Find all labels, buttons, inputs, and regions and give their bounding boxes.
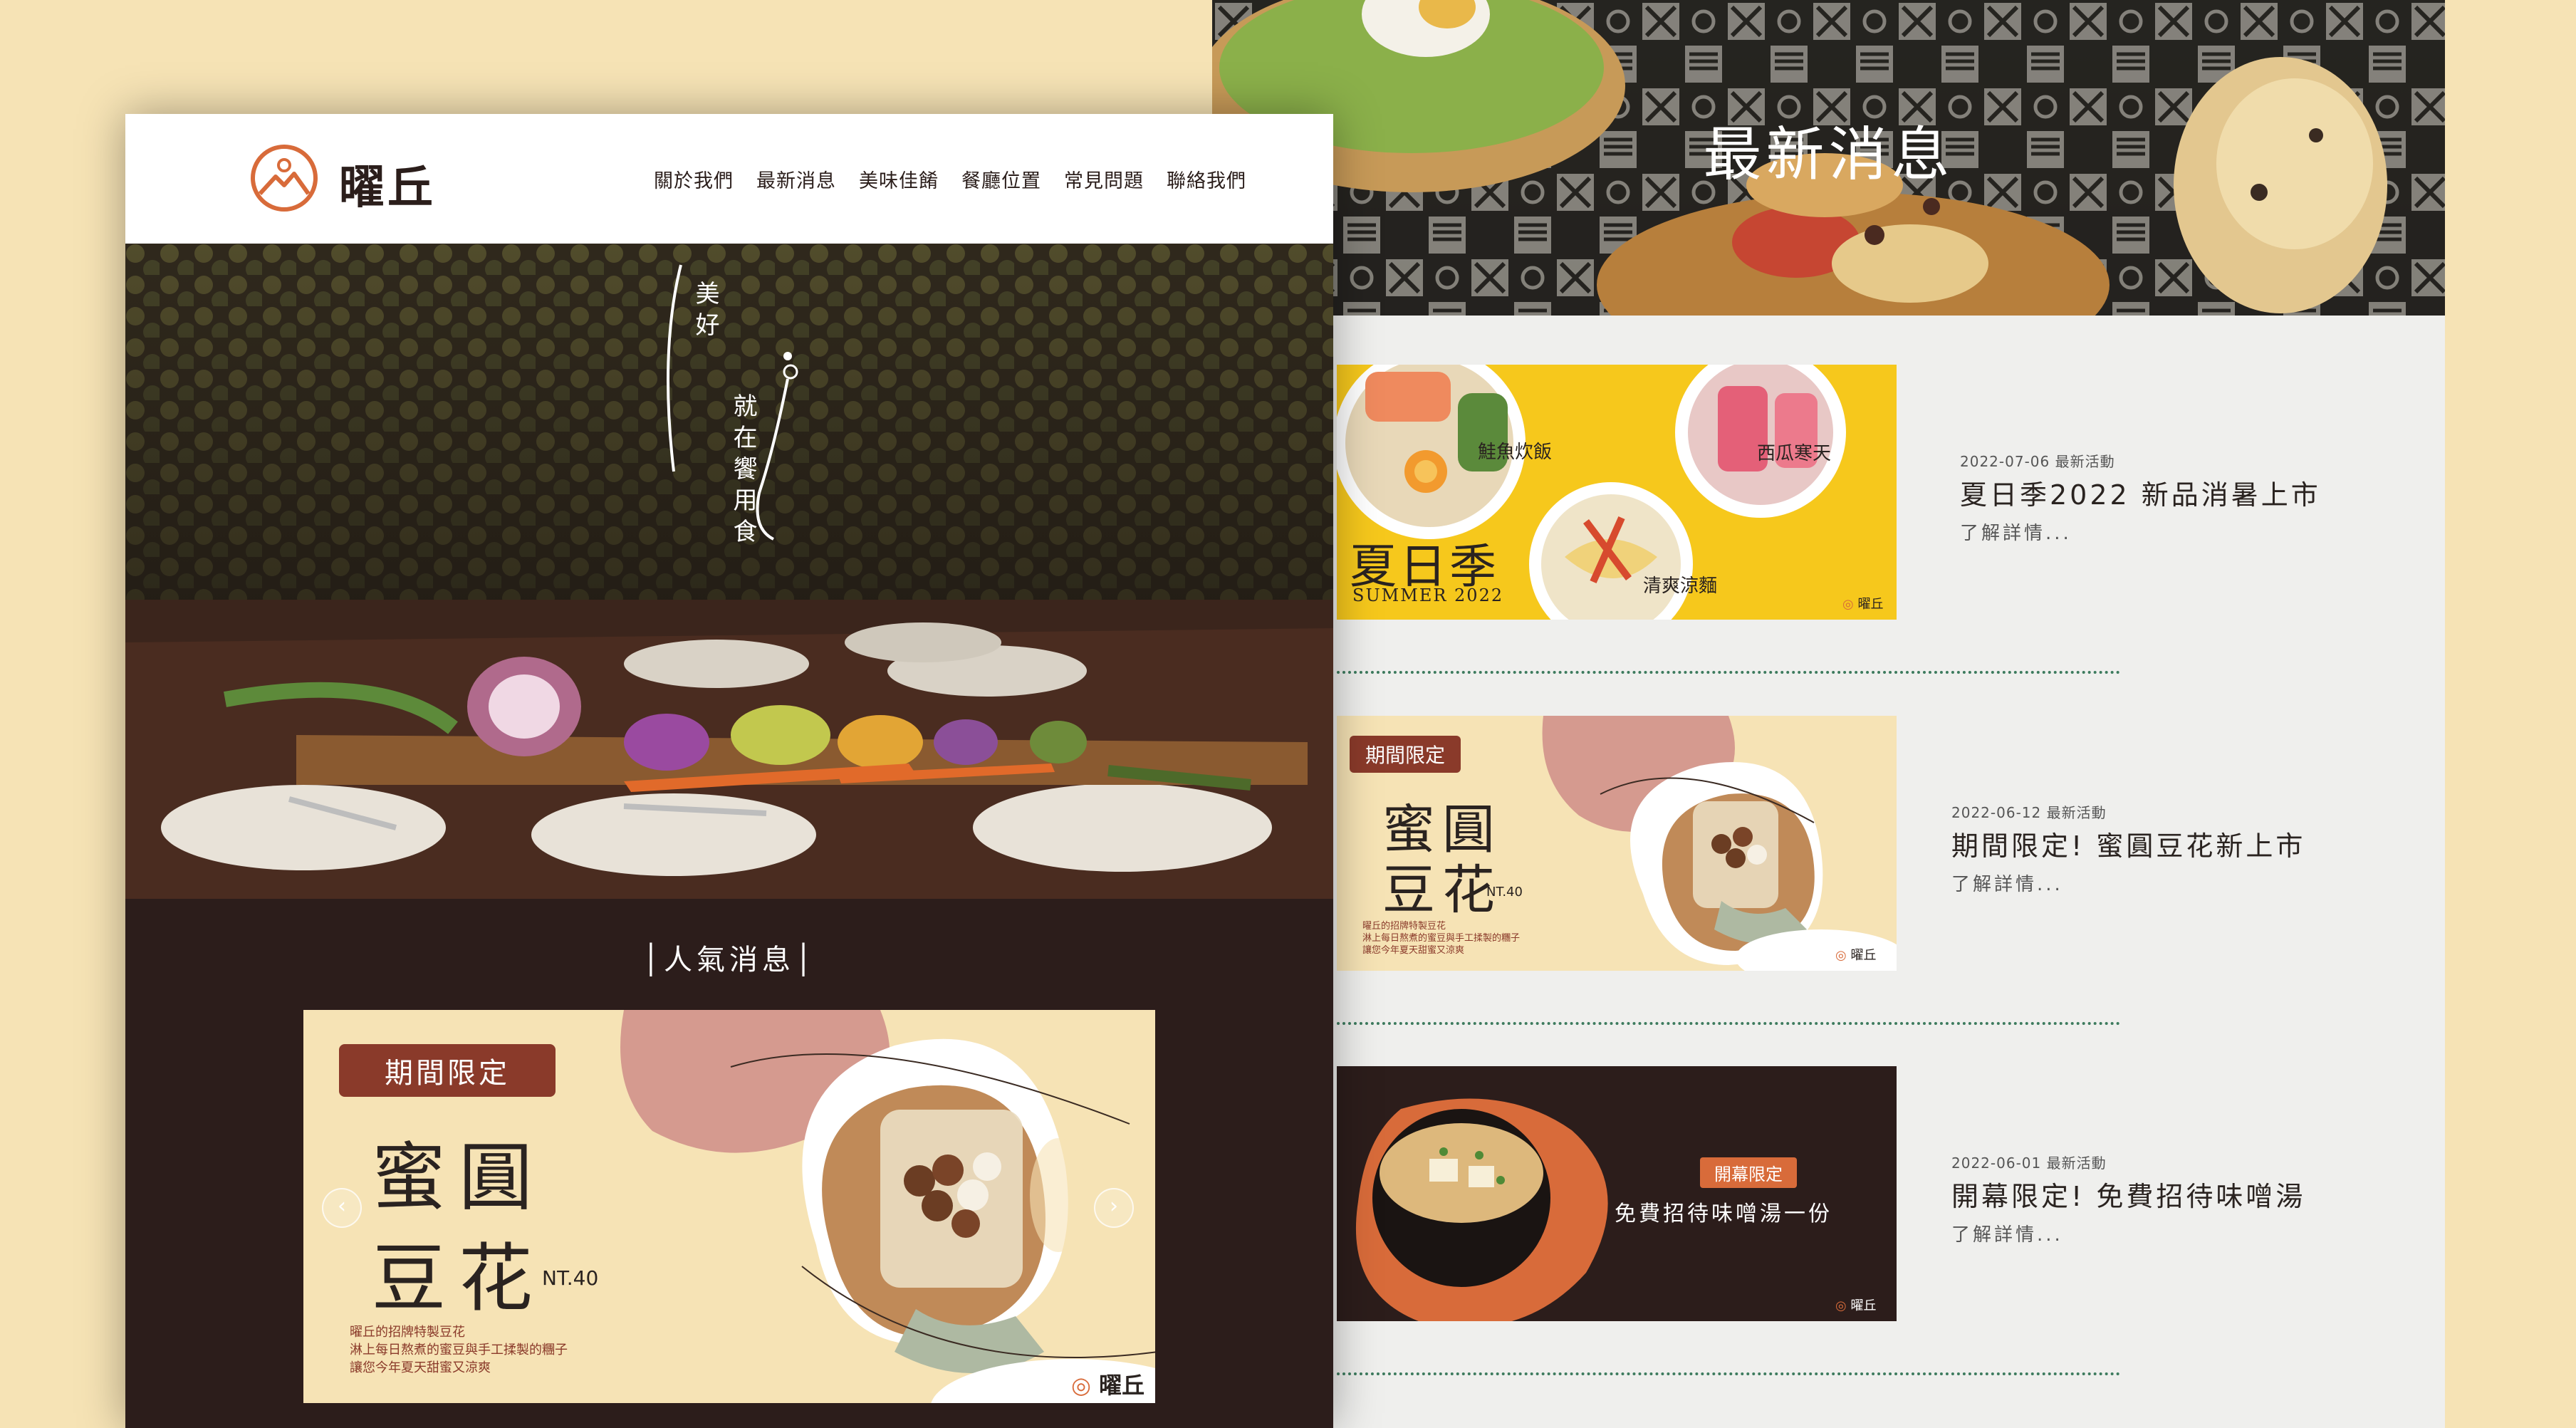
news-title[interactable]: 開幕限定! 免費招待味噌湯 — [1951, 1174, 2305, 1214]
carousel-price: NT.40 — [542, 1266, 599, 1290]
nav-news[interactable]: 最新消息 — [756, 165, 836, 193]
popular-news-heading: │人氣消息│ — [642, 944, 817, 976]
summer-label-3: 清爽涼麵 — [1643, 575, 1718, 597]
news-page-title: 最新消息 — [1703, 121, 1954, 189]
news-divider — [1337, 1372, 2120, 1375]
miso-soup-illustration — [1356, 1098, 1608, 1321]
summer-label-1: 鮭魚炊飯 — [1478, 442, 1553, 463]
main-nav: 關於我們 最新消息 美味佳餚 餐廳位置 常見問題 聯絡我們 — [654, 165, 1246, 193]
read-more-link[interactable]: 了解詳情... — [1951, 870, 2063, 896]
news-title[interactable]: 期間限定! 蜜圓豆花新上市 — [1951, 824, 2305, 863]
mountain-sun-logo-icon[interactable] — [250, 144, 318, 212]
thumb-logo: ◎ 曜丘 — [1835, 948, 1877, 963]
read-more-link[interactable]: 了解詳情... — [1960, 518, 2072, 545]
news-item[interactable]: 開幕限定 免費招待味噌湯一份 ◎ 曜丘 2022-06-01 最新活動 開幕限定… — [1212, 1066, 2445, 1415]
news-divider — [1337, 1022, 2120, 1025]
carousel-prev-button[interactable]: ‹ — [322, 1188, 362, 1228]
news-thumbnail-douhua[interactable]: 期間限定 蜜圓 豆花 NT.40 曜丘的招牌特製豆花 淋上每日熬煮的蜜豆與手工揉… — [1337, 716, 1897, 971]
news-date-category: 2022-07-06 最新活動 — [1960, 453, 2115, 470]
thumb-logo: ◎ 曜丘 — [1842, 597, 1884, 612]
read-more-link[interactable]: 了解詳情... — [1951, 1220, 2063, 1246]
news-date-category: 2022-06-01 最新活動 — [1951, 1155, 2107, 1172]
news-thumbnail-miso[interactable]: 開幕限定 免費招待味噌湯一份 ◎ 曜丘 — [1337, 1066, 1897, 1321]
logo-icon: ◎ — [1071, 1372, 1091, 1399]
douhua-description: 曜丘的招牌特製豆花 淋上每日熬煮的蜜豆與手工揉製的糰子 讓您今年夏天甜蜜又涼爽 — [1362, 921, 1521, 956]
summer-subtitle: SUMMER 2022 — [1352, 585, 1504, 605]
nav-location[interactable]: 餐廳位置 — [961, 165, 1041, 193]
carousel-title-line2: 豆花 — [372, 1235, 546, 1322]
nav-contact[interactable]: 聯絡我們 — [1167, 165, 1246, 193]
brand-name[interactable]: 曜丘 — [339, 151, 436, 217]
logo-icon: ◎ — [1835, 1298, 1847, 1313]
douhua-price: NT.40 — [1486, 885, 1523, 900]
douhua-title-line2: 豆花 — [1382, 860, 1502, 921]
carousel-description: 曜丘的招牌特製豆花 淋上每日熬煮的蜜豆與手工揉製的糰子 讓您今年夏天甜蜜又涼爽 — [350, 1325, 568, 1375]
site-header: 曜丘 關於我們 最新消息 美味佳餚 餐廳位置 常見問題 聯絡我們 — [125, 114, 1333, 244]
news-date-category: 2022-06-12 最新活動 — [1951, 804, 2107, 821]
news-divider — [1337, 671, 2120, 674]
promo-badge: 期間限定 — [339, 1044, 556, 1097]
news-thumbnail-summer[interactable]: 鮭魚炊飯 西瓜寒天 清爽涼麵 夏日季 SUMMER 2022 ◎ 曜丘 — [1337, 365, 1897, 620]
home-hero-image: 美好 就在饗用食 — [125, 244, 1333, 899]
hero-tagline-2: 就在饗用食 — [729, 393, 757, 550]
summer-label-2: 西瓜寒天 — [1757, 443, 1832, 464]
nav-about[interactable]: 關於我們 — [654, 165, 734, 193]
promo-badge: 開幕限定 — [1700, 1157, 1797, 1188]
carousel-next-button[interactable]: › — [1094, 1188, 1134, 1228]
news-item[interactable]: 期間限定 蜜圓 豆花 NT.40 曜丘的招牌特製豆花 淋上每日熬煮的蜜豆與手工揉… — [1212, 716, 2445, 1065]
thumb-logo: ◎ 曜丘 — [1835, 1298, 1877, 1313]
home-page-mockup: 曜丘 關於我們 最新消息 美味佳餚 餐廳位置 常見問題 聯絡我們 美好 就在饗用… — [125, 114, 1333, 1428]
hero-tagline-1: 美好 — [691, 281, 719, 343]
carousel-title-line1: 蜜圓 — [372, 1134, 546, 1221]
news-page-mockup: 最新消息 鮭魚炊飯 西瓜寒天 清爽涼麵 夏日季 SUMMER 2022 ◎ 曜丘… — [1212, 0, 2445, 1428]
news-hero-image: 最新消息 — [1212, 0, 2445, 316]
popular-news-carousel[interactable]: 期間限定 蜜圓 豆花 NT.40 曜丘的招牌特製豆花 淋上每日熬煮的蜜豆與手工揉… — [303, 1010, 1155, 1403]
logo-icon: ◎ — [1835, 948, 1847, 963]
promo-badge: 期間限定 — [1350, 736, 1461, 773]
nav-menu[interactable]: 美味佳餚 — [859, 165, 939, 193]
miso-promo-text: 免費招待味噌湯一份 — [1615, 1202, 1832, 1226]
logo-icon: ◎ — [1842, 597, 1854, 612]
news-title[interactable]: 夏日季2022 新品消暑上市 — [1960, 473, 2321, 512]
nav-faq[interactable]: 常見問題 — [1064, 165, 1144, 193]
carousel-logo: ◎ 曜丘 — [1071, 1372, 1145, 1399]
news-item[interactable]: 鮭魚炊飯 西瓜寒天 清爽涼麵 夏日季 SUMMER 2022 ◎ 曜丘 2022… — [1212, 365, 2445, 714]
